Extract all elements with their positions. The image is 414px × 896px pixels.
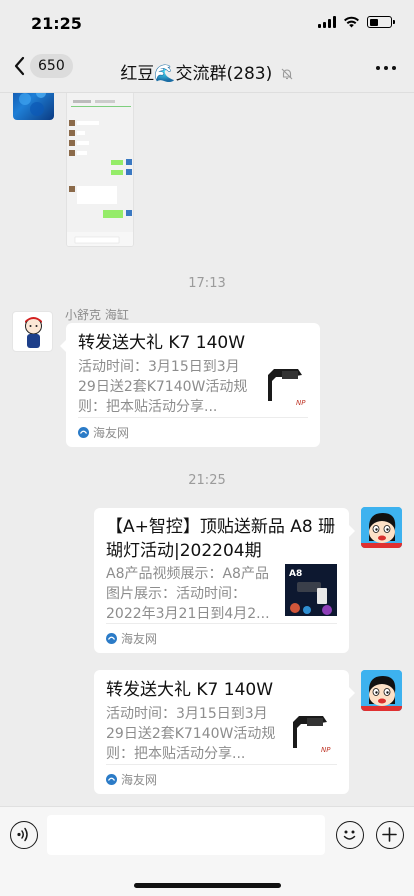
svg-text:NP: NP [321, 746, 331, 754]
chat-history[interactable]: 17:13 小舒克 海缸 转发送大礼 K7 140W 活动时间：3月15日到3月… [0, 93, 414, 806]
chat-input-bar [0, 806, 414, 896]
chat-title: 红豆🌊交流群(283) [120, 64, 273, 84]
plus-icon [382, 827, 397, 842]
more-functions-button[interactable] [376, 821, 404, 849]
svg-text:NP: NP [296, 399, 306, 407]
voice-icon [17, 827, 28, 842]
card-title: 转发送大礼 K7 140W [78, 333, 246, 353]
card-title: 【A+智控】顶贴送新品 A8 珊瑚灯活动|202204期 [106, 517, 336, 561]
chat-title-wrap: 红豆🌊交流群(283) [0, 59, 414, 84]
a8-product-image: A8 [285, 564, 337, 616]
card-description: A8产品视频展示：A8产品图片展示：活动时间：2022年3月21日到4月2... [106, 566, 270, 622]
cartoon-avatar-icon [25, 317, 42, 348]
card-source: 海友网 [93, 426, 130, 440]
battery-level [369, 18, 378, 26]
avatar[interactable] [361, 670, 402, 711]
card-title: 转发送大礼 K7 140W [106, 680, 274, 700]
sender-name: 小舒克 海缸 [65, 308, 129, 322]
home-indicator[interactable] [134, 883, 281, 888]
battery-icon [367, 16, 395, 28]
card-description: 活动时间：3月15日到3月29日送2套K7140W活动规则：把本贴活动分享... [106, 706, 276, 762]
card-footer: 海友网 [78, 417, 308, 447]
link-card-message[interactable]: 转发送大礼 K7 140W 活动时间：3月15日到3月29日送2套K7140W活… [60, 323, 320, 447]
card-footer: 海友网 [106, 623, 337, 653]
card-thumbnail: A8 [285, 564, 337, 616]
card-thumbnail: NP [262, 361, 310, 409]
card-footer: 海友网 [106, 764, 337, 794]
card-source: 海友网 [121, 773, 158, 787]
time-separator: 17:13 [188, 276, 226, 291]
card-description: 活动时间：3月15日到3月29日送2套K7140W活动规则：把本贴活动分享... [78, 359, 248, 415]
link-card-message[interactable]: 【A+智控】顶贴送新品 A8 珊瑚灯活动|202204期 A8产品视频展示：A8… [94, 508, 355, 653]
emoji-button[interactable] [336, 821, 364, 849]
avatar[interactable] [13, 93, 54, 120]
time-separator: 21:25 [188, 473, 226, 488]
status-icons [318, 16, 395, 28]
wifi-icon [344, 16, 359, 28]
message-input[interactable] [47, 815, 325, 855]
bell-slash-icon [281, 68, 293, 80]
smiley-icon [343, 830, 356, 840]
status-time: 21:25 [31, 14, 82, 33]
ocean-photo [19, 93, 46, 116]
link-card-message[interactable]: 转发送大礼 K7 140W 活动时间：3月15日到3月29日送2套K7140W活… [94, 670, 355, 794]
avatar[interactable] [361, 507, 402, 548]
crayon-shin-chan-avatar-icon [361, 670, 402, 711]
svg-text:A8: A8 [289, 569, 302, 579]
lamp-product-image: NP [262, 361, 310, 409]
voice-button[interactable] [10, 821, 38, 849]
avatar[interactable] [12, 311, 53, 352]
haiyou-logo-icon [106, 633, 117, 644]
cellular-signal-icon [318, 16, 336, 28]
chat-navbar: 650 红豆🌊交流群(283) [0, 48, 414, 92]
status-bar: 21:25 [0, 0, 414, 48]
screenshot-thumbnail [67, 93, 133, 246]
card-source: 海友网 [121, 632, 158, 646]
chat-image-message[interactable] [66, 93, 134, 247]
crayon-shin-chan-avatar-icon [361, 507, 402, 548]
haiyou-logo-icon [78, 427, 89, 438]
more-dots-icon [376, 66, 380, 70]
lamp-product-image: NP [287, 708, 335, 756]
haiyou-logo-icon [106, 774, 117, 785]
card-thumbnail: NP [287, 708, 335, 756]
more-options-button[interactable] [376, 66, 396, 70]
